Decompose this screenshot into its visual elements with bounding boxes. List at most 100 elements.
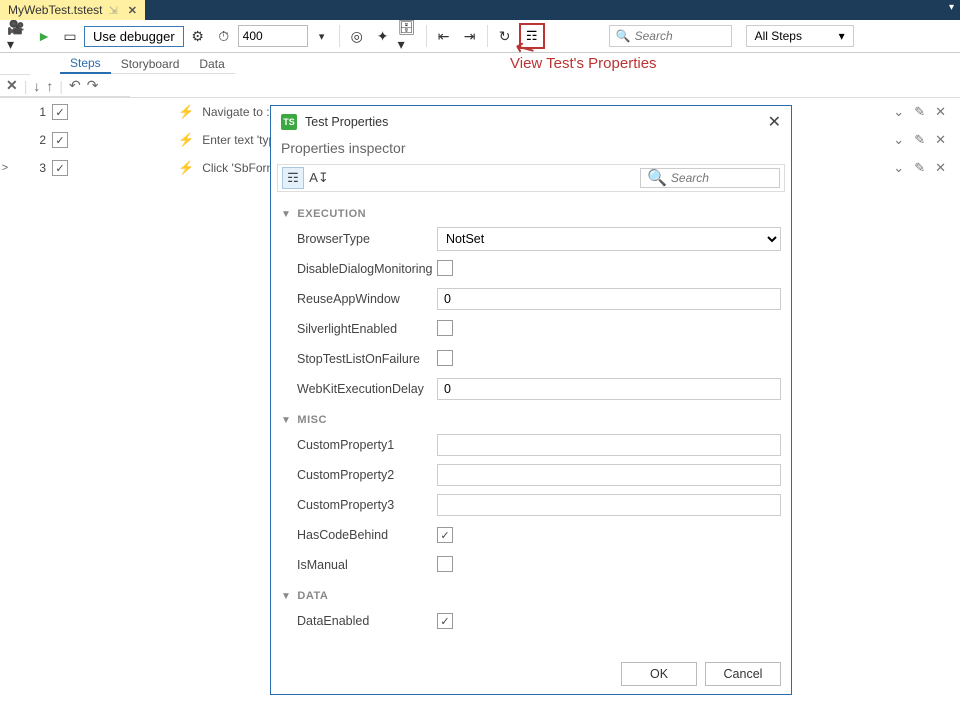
step-number: 3 (22, 161, 52, 175)
step-text: Click 'SbForm (202, 161, 276, 175)
separator (426, 25, 427, 47)
speed-icon[interactable]: ⏱ (212, 24, 236, 48)
edit-icon[interactable]: ✎ (914, 160, 925, 176)
step-actions: ⌄ ✎ ✕ (893, 104, 946, 120)
step-actions: ⌄ ✎ ✕ (893, 132, 946, 148)
indent-left-icon[interactable]: ⇤ (432, 24, 456, 48)
prop-data-enabled: DataEnabled ✓ (281, 606, 781, 636)
pin-icon[interactable]: ⇲ (108, 4, 117, 17)
step-checkbox[interactable]: ✓ (52, 132, 68, 148)
cancel-button[interactable]: Cancel (705, 662, 781, 686)
storage-icon[interactable]: 🗄▾ (397, 24, 421, 48)
checkbox[interactable] (437, 260, 453, 276)
browser-type-select[interactable]: NotSet (437, 227, 781, 251)
prop-label: HasCodeBehind (281, 528, 437, 542)
delete-step-icon[interactable]: ✕ (935, 132, 946, 148)
checkbox[interactable] (437, 320, 453, 336)
bolt-icon: ⚡ (178, 104, 194, 120)
file-tab[interactable]: MyWebTest.tstest ⇲ ✕ (0, 0, 145, 20)
tab-steps[interactable]: Steps (60, 54, 111, 74)
all-steps-dropdown[interactable]: All Steps ▾ (746, 25, 854, 47)
target-icon[interactable]: ◎ (345, 24, 369, 48)
chevron-down-icon[interactable]: ⌄ (893, 160, 904, 176)
custom-property-1-input[interactable] (437, 434, 781, 456)
bolt-icon: ⚡ (178, 160, 194, 176)
delete-icon[interactable]: ✕ (6, 77, 18, 94)
tab-overflow-icon[interactable]: ▾ (949, 2, 954, 13)
checkbox[interactable]: ✓ (437, 613, 453, 629)
prop-label: WebKitExecutionDelay (281, 382, 437, 396)
annotation-text: View Test's Properties (510, 55, 657, 72)
checkbox[interactable] (437, 350, 453, 366)
expand-icon[interactable] (0, 106, 10, 118)
run-icon[interactable]: ► (32, 24, 56, 48)
custom-property-3-input[interactable] (437, 494, 781, 516)
redo-icon[interactable]: ↷ (87, 77, 99, 94)
delete-step-icon[interactable]: ✕ (935, 160, 946, 176)
prop-is-manual: IsManual (281, 550, 781, 580)
indent-right-icon[interactable]: ⇥ (458, 24, 482, 48)
search-icon: 🔍 (616, 29, 631, 43)
run-to-icon[interactable]: ▭ (58, 24, 82, 48)
capture-icon[interactable]: ✦ (371, 24, 395, 48)
dialog-search-input[interactable] (671, 171, 773, 185)
gear-icon[interactable]: ⚙ (186, 24, 210, 48)
search-input[interactable] (635, 29, 725, 43)
delete-step-icon[interactable]: ✕ (935, 104, 946, 120)
edit-icon[interactable]: ✎ (914, 104, 925, 120)
step-actions: ⌄ ✎ ✕ (893, 160, 946, 176)
tab-data[interactable]: Data (189, 55, 234, 74)
dialog-search[interactable]: 🔍 (640, 168, 780, 188)
move-down-icon[interactable]: ↓ (33, 78, 40, 94)
steps-tools: ✕ | ↓ ↑ | ↶ ↷ (0, 75, 130, 97)
panel-toggle[interactable] (0, 53, 30, 75)
webkit-delay-input[interactable] (437, 378, 781, 400)
all-steps-label: All Steps (755, 29, 802, 43)
category-misc[interactable]: ▼MISC (281, 414, 781, 426)
step-checkbox[interactable]: ✓ (52, 160, 68, 176)
prop-reuse-app-window: ReuseAppWindow (281, 284, 781, 314)
caret-down-icon: ▼ (281, 591, 291, 602)
prop-label: CustomProperty2 (281, 468, 437, 482)
step-number: 2 (22, 133, 52, 147)
category-execution[interactable]: ▼EXECUTION (281, 208, 781, 220)
custom-property-2-input[interactable] (437, 464, 781, 486)
step-text: Navigate to : (202, 105, 269, 119)
step-checkbox[interactable]: ✓ (52, 104, 68, 120)
record-icon[interactable]: 🎥▾ (6, 24, 30, 48)
search-icon: 🔍 (647, 168, 667, 188)
prop-label: ReuseAppWindow (281, 292, 437, 306)
reuse-app-window-input[interactable] (437, 288, 781, 310)
expand-icon[interactable]: > (0, 162, 10, 174)
test-properties-dialog: TS Test Properties ✕ Properties inspecto… (270, 105, 792, 695)
debugger-dropdown[interactable]: Use debugger (84, 26, 184, 47)
chevron-down-icon[interactable]: ⌄ (893, 132, 904, 148)
dialog-close-icon[interactable]: ✕ (768, 112, 781, 132)
prop-browser-type: BrowserType NotSet (281, 224, 781, 254)
checkbox[interactable]: ✓ (437, 527, 453, 543)
ok-button[interactable]: OK (621, 662, 697, 686)
prop-silverlight-enabled: SilverlightEnabled (281, 314, 781, 344)
category-data[interactable]: ▼ DATA (281, 590, 781, 602)
delay-input[interactable] (238, 25, 308, 47)
category-label: DATA (297, 590, 328, 602)
separator (487, 25, 488, 47)
prop-label: CustomProperty3 (281, 498, 437, 512)
close-tab-icon[interactable]: ✕ (128, 4, 137, 17)
checkbox[interactable] (437, 556, 453, 572)
ms-dropdown-icon[interactable]: ▾ (310, 24, 334, 48)
undo-icon[interactable]: ↶ (69, 77, 81, 94)
dialog-title: Test Properties (305, 115, 388, 129)
prop-custom-property-1: CustomProperty1 (281, 430, 781, 460)
chevron-down-icon[interactable]: ⌄ (893, 104, 904, 120)
prop-label: DataEnabled (281, 614, 437, 628)
edit-icon[interactable]: ✎ (914, 132, 925, 148)
categorized-icon[interactable]: ☶ (282, 167, 304, 189)
property-grid: ▼EXECUTION BrowserType NotSet DisableDia… (271, 192, 791, 654)
move-up-icon[interactable]: ↑ (46, 78, 53, 94)
prop-label: SilverlightEnabled (281, 322, 437, 336)
tab-storyboard[interactable]: Storyboard (111, 55, 190, 74)
expand-icon[interactable] (0, 134, 10, 146)
toolbar-search[interactable]: 🔍 (609, 25, 732, 47)
sort-icon[interactable]: A↧ (308, 167, 330, 189)
